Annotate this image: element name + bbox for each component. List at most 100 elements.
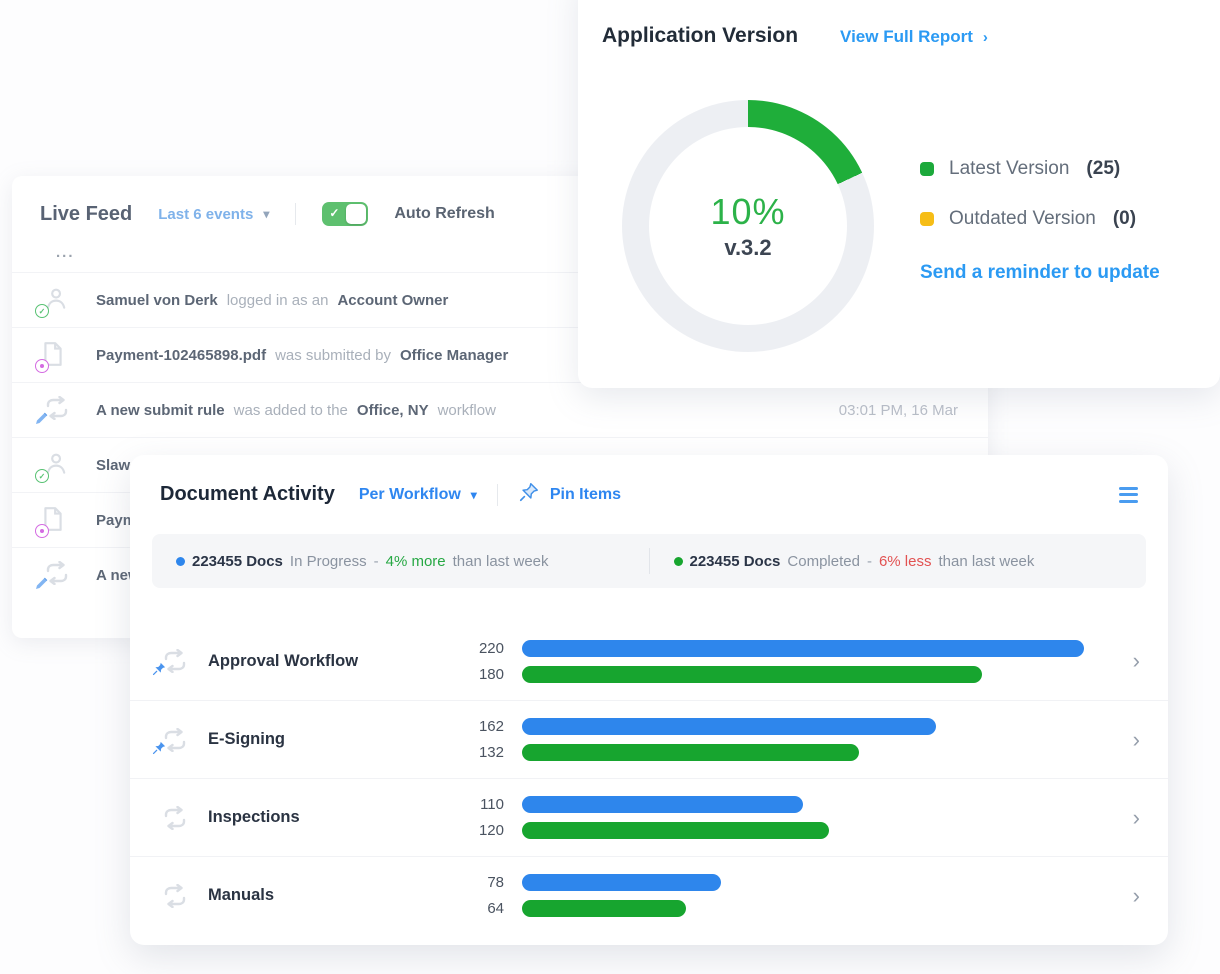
legend-item-outdated: Outdated Version (0) (920, 208, 1160, 230)
workflow-icon (42, 561, 72, 589)
application-version-header: Application Version View Full Report › (578, 0, 1220, 48)
bar-track (522, 874, 1110, 891)
legend-label: Latest Version (949, 158, 1069, 180)
document-icon (42, 506, 72, 534)
hamburger-menu-icon[interactable] (1119, 483, 1138, 507)
workflow-bars: 78 64 (470, 874, 1110, 917)
feed-row[interactable]: A new submit rule was added to the Offic… (12, 382, 988, 437)
in-progress-bar (522, 640, 1084, 657)
legend-count: (25) (1086, 158, 1120, 180)
completed-bar (522, 666, 982, 683)
event-action: was submitted by (275, 347, 391, 364)
completed-bar-line: 120 (470, 822, 1110, 839)
stat-count: 223455 Docs (192, 553, 283, 570)
workflow-row[interactable]: E-Signing 162 132 › (130, 700, 1168, 778)
document-activity-title: Document Activity (160, 483, 335, 506)
workflow-row[interactable]: Approval Workflow 220 180 › (130, 622, 1168, 700)
header-divider (497, 484, 498, 506)
chevron-right-icon[interactable]: › (1133, 807, 1140, 829)
view-full-report-label: View Full Report (840, 27, 973, 47)
pin-items-button[interactable]: Pin Items (518, 481, 621, 508)
completed-dot-icon (674, 557, 683, 566)
workflow-list: Approval Workflow 220 180 › E-Signing (130, 622, 1168, 934)
document-icon (42, 341, 72, 369)
legend-item-latest: Latest Version (25) (920, 158, 1160, 180)
pinned-pin-icon (152, 740, 167, 760)
document-activity-header: Document Activity Per Workflow ▾ Pin Ite… (130, 455, 1168, 508)
workflow-label: Manuals (208, 886, 470, 905)
live-feed-title: Live Feed (40, 203, 132, 226)
workflow-bars: 220 180 (470, 640, 1110, 683)
in-progress-bar-line: 110 (470, 796, 1110, 813)
per-workflow-dropdown[interactable]: Per Workflow ▾ (359, 486, 477, 504)
workflow-label: Inspections (208, 808, 470, 827)
in-progress-bar (522, 874, 721, 891)
pin-items-label: Pin Items (550, 486, 621, 504)
in-progress-bar (522, 718, 936, 735)
in-progress-value: 220 (470, 640, 504, 657)
check-badge-icon: ✓ (35, 304, 49, 318)
in-progress-stat: 223455 Docs In Progress - 4% more than l… (152, 553, 649, 570)
events-filter-dropdown[interactable]: Last 6 events ▾ (158, 206, 269, 223)
event-object: Office Manager (400, 347, 508, 364)
version-donut-chart: 10% v.3.2 (622, 100, 874, 352)
bar-track (522, 822, 1110, 839)
stat-delta: 4% more (386, 553, 446, 570)
application-version-card: Application Version View Full Report › 1… (578, 0, 1220, 388)
workflow-icon (160, 649, 190, 673)
latest-version-swatch (920, 162, 934, 176)
header-divider (295, 203, 296, 225)
chevron-right-icon[interactable]: › (1133, 650, 1140, 672)
stat-count: 223455 Docs (690, 553, 781, 570)
caret-down-icon: ▾ (471, 488, 477, 502)
version-legend: Latest Version (25) Outdated Version (0)… (920, 158, 1160, 284)
pen-badge-icon (35, 576, 49, 595)
completed-value: 120 (470, 822, 504, 839)
legend-label: Outdated Version (949, 208, 1096, 230)
in-progress-value: 78 (470, 874, 504, 891)
workflow-row[interactable]: Manuals 78 64 › (130, 856, 1168, 934)
event-subject: A new submit rule (96, 402, 225, 419)
stat-dash: - (867, 553, 872, 570)
event-action: logged in as an (227, 292, 329, 309)
view-full-report-link[interactable]: View Full Report › (840, 27, 988, 47)
workflow-icon (42, 396, 72, 424)
auto-refresh-toggle[interactable]: ✓ (322, 202, 368, 226)
workflow-icon (160, 884, 190, 908)
completed-bar (522, 900, 686, 917)
in-progress-bar (522, 796, 803, 813)
workflow-label: E-Signing (208, 730, 470, 749)
document-activity-card: Document Activity Per Workflow ▾ Pin Ite… (130, 455, 1168, 945)
workflow-bars: 162 132 (470, 718, 1110, 761)
completed-value: 64 (470, 900, 504, 917)
stat-suffix: than last week (453, 553, 549, 570)
event-suffix: workflow (438, 402, 496, 419)
workflow-row[interactable]: Inspections 110 120 › (130, 778, 1168, 856)
stat-label: In Progress (290, 553, 367, 570)
bar-track (522, 666, 1110, 683)
legend-count: (0) (1113, 208, 1136, 230)
bar-track (522, 900, 1110, 917)
outdated-version-swatch (920, 212, 934, 226)
workflow-bars: 110 120 (470, 796, 1110, 839)
bar-track (522, 744, 1110, 761)
event-subject: Samuel von Derk (96, 292, 218, 309)
workflow-icon (160, 806, 190, 830)
in-progress-value: 110 (470, 796, 504, 813)
event-object: Office, NY (357, 402, 429, 419)
caret-down-icon: ▾ (263, 207, 269, 221)
events-filter-label: Last 6 events (158, 206, 253, 223)
stat-label: Completed (787, 553, 860, 570)
bar-track (522, 796, 1110, 813)
donut-center-labels: 10% v.3.2 (622, 100, 874, 352)
submitted-badge-icon (35, 359, 49, 373)
chevron-right-icon[interactable]: › (1133, 885, 1140, 907)
stat-dash: - (374, 553, 379, 570)
in-progress-bar-line: 162 (470, 718, 1110, 735)
completed-bar (522, 744, 859, 761)
check-icon: ✓ (329, 206, 339, 220)
completed-bar-line: 64 (470, 900, 1110, 917)
chevron-right-icon[interactable]: › (1133, 729, 1140, 751)
user-icon: ✓ (42, 451, 72, 479)
send-reminder-link[interactable]: Send a reminder to update (920, 262, 1160, 284)
